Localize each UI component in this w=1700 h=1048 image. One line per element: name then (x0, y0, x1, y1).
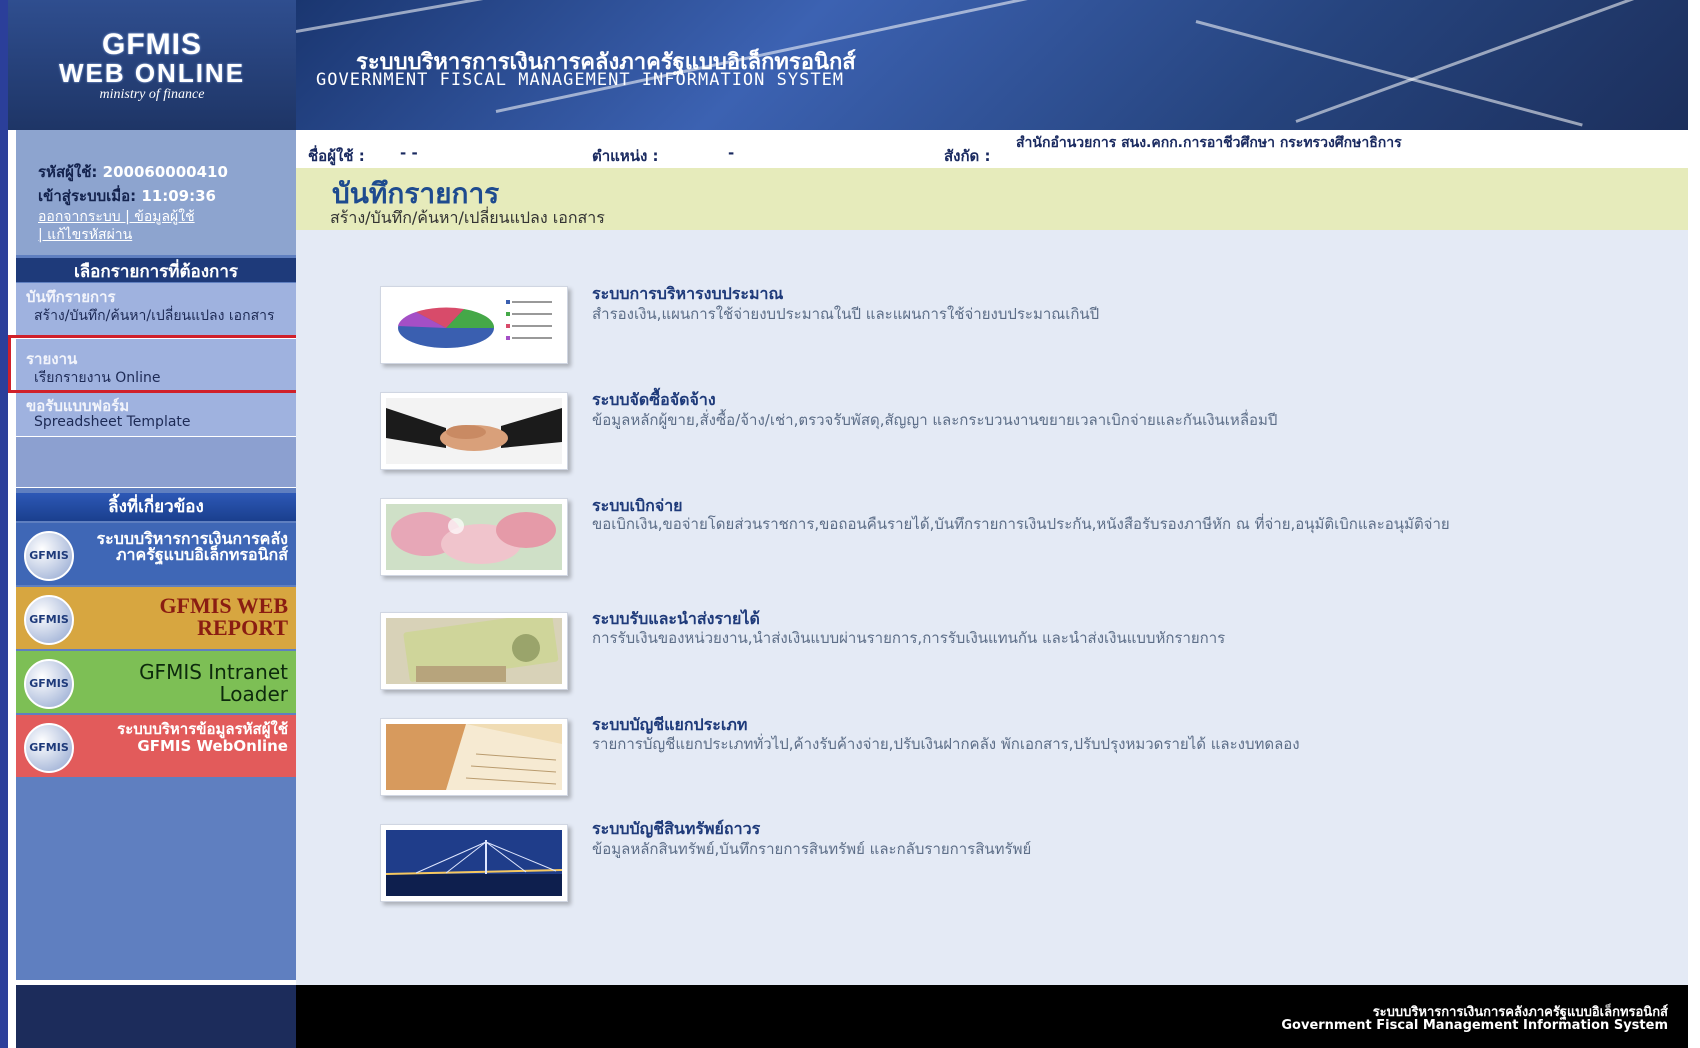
header-banner: ระบบบริหารการเงินการคลังภาครัฐแบบอิเล็กท… (296, 0, 1688, 130)
page-title-band: บันทึกรายการ สร้าง/บันทึก/ค้นหา/เปลี่ยนแ… (296, 168, 1688, 230)
gfmis-badge-icon: GFMIS (24, 723, 74, 773)
banknote-icon (386, 618, 562, 684)
pie-chart-icon (386, 292, 562, 358)
system-card-budget[interactable] (380, 286, 568, 364)
system-desc-revenue: การรับเงินของหน่วยงาน,นำส่งเงินแบบผ่านรา… (592, 629, 1226, 647)
system-desc-disbursement: ขอเบิกเงิน,ขอจ่ายโดยส่วนราชการ,ขอถอนคืนร… (592, 515, 1450, 533)
banner-title-english: GOVERNMENT FISCAL MANAGEMENT INFORMATION… (316, 70, 845, 90)
gfmis-logo: GFMIS WEB ONLINE ministry of finance (8, 0, 296, 130)
system-card-revenue[interactable] (380, 612, 568, 690)
link-gfmis-user-admin[interactable]: GFMIS ระบบบริหารข้อมูลรหัสผู้ใช้ GFMIS W… (16, 715, 296, 777)
position-value: - (728, 144, 735, 162)
link-gfmis-intranet-loader[interactable]: GFMIS GFMIS Intranet Loader (16, 651, 296, 713)
footer-line-english: Government Fiscal Management Information… (1281, 1018, 1668, 1033)
logo-line-3: ministry of finance (99, 87, 205, 102)
login-time-value: 11:09:36 (141, 187, 216, 205)
user-id-value: 200060000410 (102, 163, 228, 181)
ledger-icon (386, 724, 562, 790)
left-edge-bar (0, 0, 8, 1048)
gfmis-badge-icon: GFMIS (24, 595, 74, 645)
footer: ระบบบริหารการเงินการคลังภาครัฐแบบอิเล็กท… (296, 985, 1688, 1048)
user-id-row: รหัสผู้ใช้: 200060000410 (38, 163, 228, 181)
report-highlight-box (8, 335, 306, 393)
system-card-procurement[interactable] (380, 392, 568, 470)
menu-header: เลือกรายการที่ต้องการ (16, 258, 296, 282)
change-password-link[interactable]: | แก้ไขรหัสผ่าน (38, 224, 132, 246)
money-icon (386, 504, 562, 570)
affiliation-value: สำนักอำนวยการ สนง.คกก.การอาชีวศึกษา กระท… (1016, 135, 1402, 151)
logo-line-2: WEB ONLINE (58, 58, 246, 88)
handshake-icon (386, 398, 562, 464)
footer-left-block (16, 985, 296, 1048)
login-time-row: เข้าสู่ระบบเมื่อ: 11:09:36 (38, 187, 216, 205)
system-card-disbursement[interactable] (380, 498, 568, 576)
gfmis-badge-icon: GFMIS (24, 531, 74, 581)
logo-line-1: GFMIS (102, 28, 202, 61)
menu-spacer (16, 437, 296, 488)
system-desc-procurement: ข้อมูลหลักผู้ขาย,สั่งซื้อ/จ้าง/เช่า,ตรวจ… (592, 411, 1278, 429)
related-links-header: ลิ้งที่เกี่ยวข้อง (16, 493, 296, 521)
user-detail-bar: ชื่อผู้ใช้ : - - ตำแหน่ง : - สังกัด : สำ… (296, 136, 1688, 168)
user-info-panel: รหัสผู้ใช้: 200060000410 เข้าสู่ระบบเมื่… (16, 130, 296, 255)
menu-item-template[interactable]: ขอรับแบบฟอร์ม Spreadsheet Template (16, 392, 296, 437)
page-subtitle: สร้าง/บันทึก/ค้นหา/เปลี่ยนแปลง เอกสาร (330, 208, 605, 227)
menu-item-record[interactable]: บันทึกรายการ สร้าง/บันทึก/ค้นหา/เปลี่ยนแ… (16, 283, 296, 339)
system-card-ledger[interactable] (380, 718, 568, 796)
link-gfmis-web-report[interactable]: GFMIS GFMIS WEB REPORT (16, 587, 296, 649)
system-desc-fixed-assets: ข้อมูลหลักสินทรัพย์,บันทึกรายการสินทรัพย… (592, 840, 1032, 858)
user-name-value: - - (400, 144, 418, 162)
bridge-icon (386, 830, 562, 896)
gfmis-badge-icon: GFMIS (24, 659, 74, 709)
link-gfmis-main[interactable]: GFMIS ระบบบริหารการเงินการคลังภาครัฐแบบอ… (16, 523, 296, 585)
system-card-fixed-assets[interactable] (380, 824, 568, 902)
system-desc-budget: สำรองเงิน,แผนการใช้จ่ายงบประมาณในปี และแ… (592, 305, 1100, 323)
system-desc-ledger: รายการบัญชีแยกประเภททั่วไป,ค้างรับค้างจ่… (592, 735, 1300, 753)
